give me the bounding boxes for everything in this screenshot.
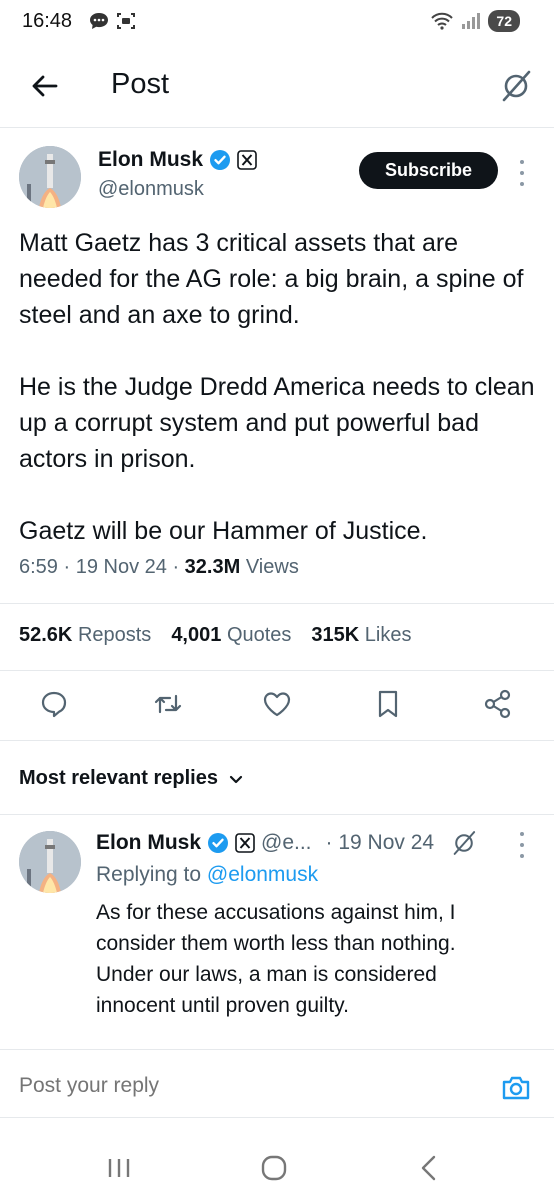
header-divider [0, 127, 554, 128]
views-label: Views [245, 556, 299, 578]
screenshot-notification-icon [117, 13, 135, 29]
meta-divider [0, 603, 554, 604]
post-text: Matt Gaetz has 3 critical assets that ar… [19, 225, 539, 549]
status-time: 16:48 [22, 10, 73, 32]
chat-notification-icon [90, 13, 108, 29]
reply-composer [0, 1068, 554, 1114]
reply-date: · 19 Nov 24 [325, 831, 435, 854]
actions-divider [0, 740, 554, 741]
reply-handle[interactable]: @e... [261, 831, 312, 855]
wifi-icon [431, 12, 454, 30]
composer-divider [0, 1117, 554, 1118]
top-app-bar: Post [0, 58, 554, 118]
status-bar: 16:48 72 [0, 0, 554, 44]
rocket-launch-image [19, 146, 81, 208]
camera-icon[interactable] [500, 1072, 532, 1104]
views-count: 32.3M [184, 556, 241, 578]
grok-icon[interactable] [450, 829, 478, 857]
reply-input[interactable] [19, 1074, 439, 1098]
author-handle[interactable]: @elonmusk [98, 178, 204, 201]
system-back-icon[interactable] [410, 1148, 450, 1188]
engagement-stats: 52.6K Reposts 4,001 Quotes 315K Likes [19, 624, 412, 647]
more-options-icon[interactable] [515, 160, 529, 186]
signal-icon [462, 13, 481, 29]
x-affiliate-badge-icon [237, 150, 257, 170]
back-arrow-icon[interactable] [28, 70, 60, 102]
recent-apps-icon[interactable] [99, 1148, 139, 1188]
repost-icon[interactable] [152, 688, 184, 720]
replying-to: Replying to @elonmusk [96, 863, 319, 886]
bookmark-icon[interactable] [372, 688, 404, 720]
reply-divider [0, 1049, 554, 1050]
verified-badge-icon [210, 150, 231, 170]
home-icon[interactable] [254, 1148, 294, 1188]
post-time: 6:59 [19, 556, 58, 578]
replies-sort-dropdown[interactable]: Most relevant replies [19, 767, 244, 790]
replies-divider [0, 814, 554, 815]
post-date: 19 Nov 24 [75, 556, 167, 578]
reposts-stat[interactable]: 52.6K Reposts [19, 624, 151, 647]
post-paragraph: Gaetz will be our Hammer of Justice. [19, 517, 428, 545]
reply-header: Elon Musk @e... · 19 Nov 24 [96, 829, 478, 857]
reply-author-name[interactable]: Elon Musk [96, 831, 201, 855]
system-nav-bar [0, 1140, 554, 1200]
subscribe-button[interactable]: Subscribe [359, 152, 498, 189]
verified-badge-icon [208, 833, 229, 853]
grok-icon[interactable] [498, 68, 534, 104]
reply-text: As for these accusations against him, I … [96, 901, 456, 1017]
x-affiliate-badge-icon [235, 833, 255, 853]
author-name[interactable]: Elon Musk [98, 148, 203, 172]
battery-indicator: 72 [488, 10, 520, 32]
reply-author-avatar[interactable] [19, 831, 81, 893]
chevron-down-icon [229, 775, 243, 783]
share-icon[interactable] [482, 688, 514, 720]
post-paragraph: He is the Judge Dredd America needs to c… [19, 373, 535, 473]
replies-sort-label: Most relevant replies [19, 767, 218, 789]
action-bar [0, 688, 554, 724]
reply-more-options-icon[interactable] [515, 832, 529, 858]
rocket-launch-image [19, 831, 81, 893]
quotes-stat[interactable]: 4,001 Quotes [171, 624, 291, 647]
post-paragraph: Matt Gaetz has 3 critical assets that ar… [19, 229, 524, 329]
likes-stat[interactable]: 315K Likes [311, 624, 411, 647]
replying-to-link[interactable]: @elonmusk [207, 863, 318, 886]
like-icon[interactable] [261, 688, 293, 720]
reply-icon[interactable] [38, 688, 70, 720]
post-meta: 6:59 · 19 Nov 24 · 32.3M Views [19, 556, 299, 578]
page-title: Post [111, 68, 170, 100]
stats-divider [0, 670, 554, 671]
author-avatar[interactable] [19, 146, 81, 208]
